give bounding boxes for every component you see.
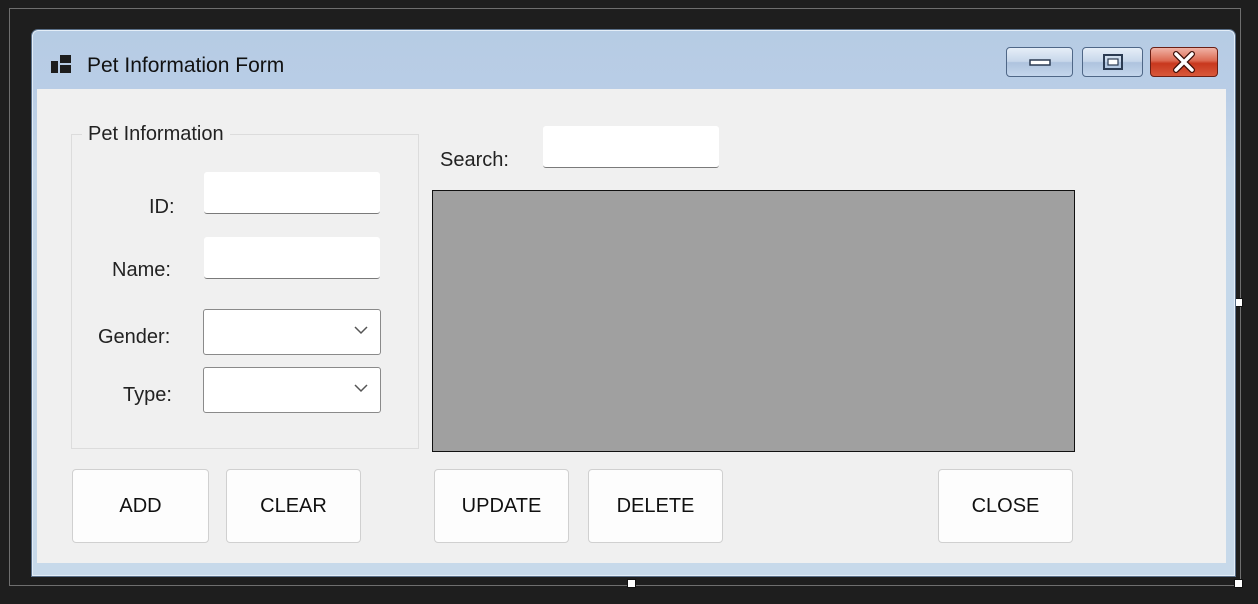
maximize-icon (1102, 54, 1123, 70)
chevron-down-icon (354, 384, 368, 393)
form-client-area: Pet Information ID: Name: Gender: Type: … (37, 89, 1226, 563)
gender-select[interactable] (203, 309, 381, 355)
close-window-button[interactable] (1150, 47, 1218, 77)
update-button[interactable]: UPDATE (434, 469, 569, 543)
window-title: Pet Information Form (87, 54, 285, 77)
gender-label: Gender: (98, 326, 171, 348)
title-bar[interactable]: Pet Information Form (32, 30, 1235, 88)
clear-button[interactable]: CLEAR (226, 469, 361, 543)
minimize-icon (1028, 59, 1051, 66)
groupbox-title: Pet Information (82, 123, 230, 146)
minimize-button[interactable] (1006, 47, 1073, 77)
id-field[interactable] (204, 172, 380, 214)
close-button[interactable]: CLOSE (938, 469, 1073, 543)
resize-handle-corner[interactable] (1234, 579, 1243, 588)
form-window: Pet Information Form Pet Information ID:… (31, 29, 1236, 577)
app-form-icon (51, 55, 71, 73)
maximize-button[interactable] (1082, 47, 1143, 77)
type-select[interactable] (203, 367, 381, 413)
id-label: ID: (149, 196, 175, 218)
name-field[interactable] (204, 237, 380, 279)
search-label: Search: (440, 149, 509, 171)
search-input[interactable] (543, 126, 719, 168)
pets-data-grid[interactable] (432, 190, 1075, 452)
name-label: Name: (112, 259, 171, 281)
add-button[interactable]: ADD (72, 469, 209, 543)
resize-handle-bottom[interactable] (627, 579, 636, 588)
close-x-icon (1173, 51, 1195, 73)
delete-button[interactable]: DELETE (588, 469, 723, 543)
type-label: Type: (123, 384, 172, 406)
chevron-down-icon (354, 326, 368, 335)
